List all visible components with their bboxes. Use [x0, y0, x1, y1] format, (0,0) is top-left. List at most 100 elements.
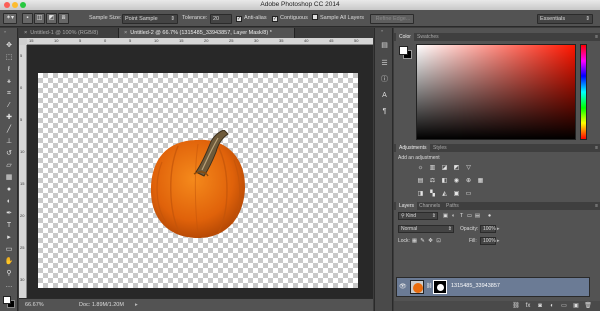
minimize-window-button[interactable]	[12, 2, 18, 8]
lock-transparent-icon[interactable]: ▦	[411, 237, 418, 245]
more-tools-icon[interactable]: …	[3, 281, 15, 291]
visibility-eye-icon[interactable]: 👁	[399, 283, 407, 290]
marquee-tool-icon[interactable]: ⬚	[3, 53, 15, 63]
color-balance-icon[interactable]: ⚖	[428, 177, 437, 185]
channel-mixer-icon[interactable]: ⊕	[464, 177, 473, 185]
lock-image-icon[interactable]: ✎	[419, 237, 426, 245]
blur-tool-icon[interactable]: ●	[3, 185, 15, 195]
history-panel-icon[interactable]: ▤	[379, 40, 390, 51]
filter-shape-icon[interactable]: ▭	[466, 212, 473, 220]
color-lookup-icon[interactable]: ▦	[476, 177, 485, 185]
layer-thumbnail[interactable]	[410, 280, 424, 294]
dock-collapse-icon[interactable]: «	[381, 28, 383, 33]
dodge-tool-icon[interactable]: ◐	[3, 197, 15, 207]
fill-slider-arrow-icon[interactable]: ▸	[497, 237, 500, 245]
brightness-contrast-icon[interactable]: ☼	[416, 164, 425, 172]
filter-adjustment-icon[interactable]: ◐	[450, 212, 457, 220]
layer-filter-select[interactable]: ⚲ Kind ⇕	[398, 212, 438, 220]
curves-icon[interactable]: ◪	[440, 164, 449, 172]
lock-all-icon[interactable]: ⊡	[435, 237, 442, 245]
sample-size-select[interactable]: Point Sample ⇕	[122, 13, 178, 24]
properties-panel-icon[interactable]: ☰	[379, 58, 390, 69]
layer-mask-thumbnail[interactable]	[433, 280, 447, 294]
opacity-input[interactable]: 100%	[480, 225, 496, 233]
ruler-origin[interactable]	[19, 38, 27, 45]
filter-pixel-icon[interactable]: ▣	[442, 212, 449, 220]
foreground-color-swatch[interactable]	[3, 296, 11, 304]
color-spectrum-field[interactable]	[416, 44, 576, 140]
levels-icon[interactable]: ▥	[428, 164, 437, 172]
tab-color[interactable]: Color	[396, 33, 414, 41]
hue-slider[interactable]	[580, 44, 587, 140]
tab-untitled-1[interactable]: × Untitled-1 @ 100% (RGB/8)	[19, 28, 119, 38]
status-menu-arrow-icon[interactable]: ▸	[135, 302, 138, 309]
move-tool-icon[interactable]: ✥	[3, 41, 15, 51]
new-layer-icon[interactable]: ▣	[572, 302, 580, 310]
subtract-selection-icon[interactable]: ◩	[46, 13, 57, 24]
hand-tool-icon[interactable]: ✋	[3, 257, 15, 267]
photo-filter-icon[interactable]: ◉	[452, 177, 461, 185]
paragraph-panel-icon[interactable]: ¶	[379, 106, 390, 117]
healing-brush-tool-icon[interactable]: ✚	[3, 113, 15, 123]
type-tool-icon[interactable]: T	[3, 221, 15, 231]
close-tab-icon[interactable]: ×	[124, 30, 127, 36]
zoom-tool-icon[interactable]: ⚲	[3, 269, 15, 279]
invert-icon[interactable]: ◨	[416, 190, 425, 198]
clone-stamp-tool-icon[interactable]: ⊥	[3, 137, 15, 147]
link-layers-icon[interactable]: ⛓	[512, 302, 520, 310]
tab-paths[interactable]: Paths	[443, 202, 462, 210]
pen-tool-icon[interactable]: ✒	[3, 209, 15, 219]
new-selection-icon[interactable]: ▪	[22, 13, 33, 24]
tab-adjustments[interactable]: Adjustments	[396, 144, 430, 152]
contiguous-checkbox[interactable]: ✓ Contiguous	[272, 14, 308, 23]
new-group-icon[interactable]: ▭	[560, 302, 568, 310]
gradient-map-icon[interactable]: ▭	[464, 190, 473, 198]
refine-edge-button[interactable]: Refine Edge...	[370, 13, 414, 24]
eyedropper-tool-icon[interactable]: ⁄	[3, 101, 15, 111]
lasso-tool-icon[interactable]: ℓ	[3, 65, 15, 75]
opacity-slider-arrow-icon[interactable]: ▸	[497, 225, 500, 233]
delete-layer-icon[interactable]: 🗑	[584, 302, 592, 310]
add-selection-icon[interactable]: ◫	[34, 13, 45, 24]
path-selection-tool-icon[interactable]: ▸	[3, 233, 15, 243]
wand-tool-preset-icon[interactable]: ✶▾	[3, 13, 17, 24]
rectangle-tool-icon[interactable]: ▭	[3, 245, 15, 255]
eraser-tool-icon[interactable]: ▱	[3, 161, 15, 171]
gradient-tool-icon[interactable]: ▦	[3, 173, 15, 183]
tolerance-input[interactable]: 20	[210, 13, 232, 24]
close-tab-icon[interactable]: ×	[24, 30, 27, 36]
selective-color-icon[interactable]: ▣	[452, 190, 461, 198]
zoom-window-button[interactable]	[20, 2, 26, 8]
workspace-select[interactable]: Essentials ⇕	[537, 13, 593, 24]
filter-smart-object-icon[interactable]: ▤	[474, 212, 481, 220]
brush-tool-icon[interactable]: ╱	[3, 125, 15, 135]
panel-collapse-icon[interactable]: »	[4, 29, 6, 34]
foreground-color-chip[interactable]	[399, 46, 408, 55]
anti-alias-checkbox[interactable]: ✓ Anti-alias	[236, 14, 267, 23]
intersect-selection-icon[interactable]: ⧈	[58, 13, 69, 24]
black-white-icon[interactable]: ◧	[440, 177, 449, 185]
tab-untitled-2[interactable]: × Untitled-2 @ 66.7% (1315485_33943857, L…	[119, 28, 295, 38]
layer-style-icon[interactable]: fx	[524, 302, 532, 310]
lock-position-icon[interactable]: ✥	[427, 237, 434, 245]
tab-swatches[interactable]: Swatches	[414, 33, 442, 41]
horizontal-ruler[interactable]: 15 10 5 0 5 10 15 20 25 30 35 40 45 50	[27, 38, 373, 45]
threshold-icon[interactable]: ◭	[440, 190, 449, 198]
panel-menu-icon[interactable]: ≡	[595, 202, 598, 210]
hue-saturation-icon[interactable]: ▤	[416, 177, 425, 185]
panel-menu-icon[interactable]: ≡	[595, 144, 598, 152]
exposure-icon[interactable]: ◩	[452, 164, 461, 172]
tab-styles[interactable]: Styles	[430, 144, 450, 152]
link-icon[interactable]: ⛓	[426, 283, 432, 289]
zoom-level[interactable]: 66.67%	[25, 302, 44, 309]
filter-type-icon[interactable]: T	[458, 212, 465, 220]
layer-row[interactable]: 👁 ⛓ 1315485_33943857	[396, 277, 590, 297]
new-adjustment-layer-icon[interactable]: ◐	[548, 302, 556, 310]
posterize-icon[interactable]: ▚	[428, 190, 437, 198]
document-canvas[interactable]	[38, 73, 358, 288]
layer-name[interactable]: 1315485_33943857	[451, 283, 500, 289]
canvas-workspace[interactable]	[27, 45, 373, 298]
tab-layers[interactable]: Layers	[396, 202, 418, 210]
history-brush-tool-icon[interactable]: ↺	[3, 149, 15, 159]
vertical-ruler[interactable]: 5 0 5 10 15 20 25 30	[19, 45, 27, 298]
